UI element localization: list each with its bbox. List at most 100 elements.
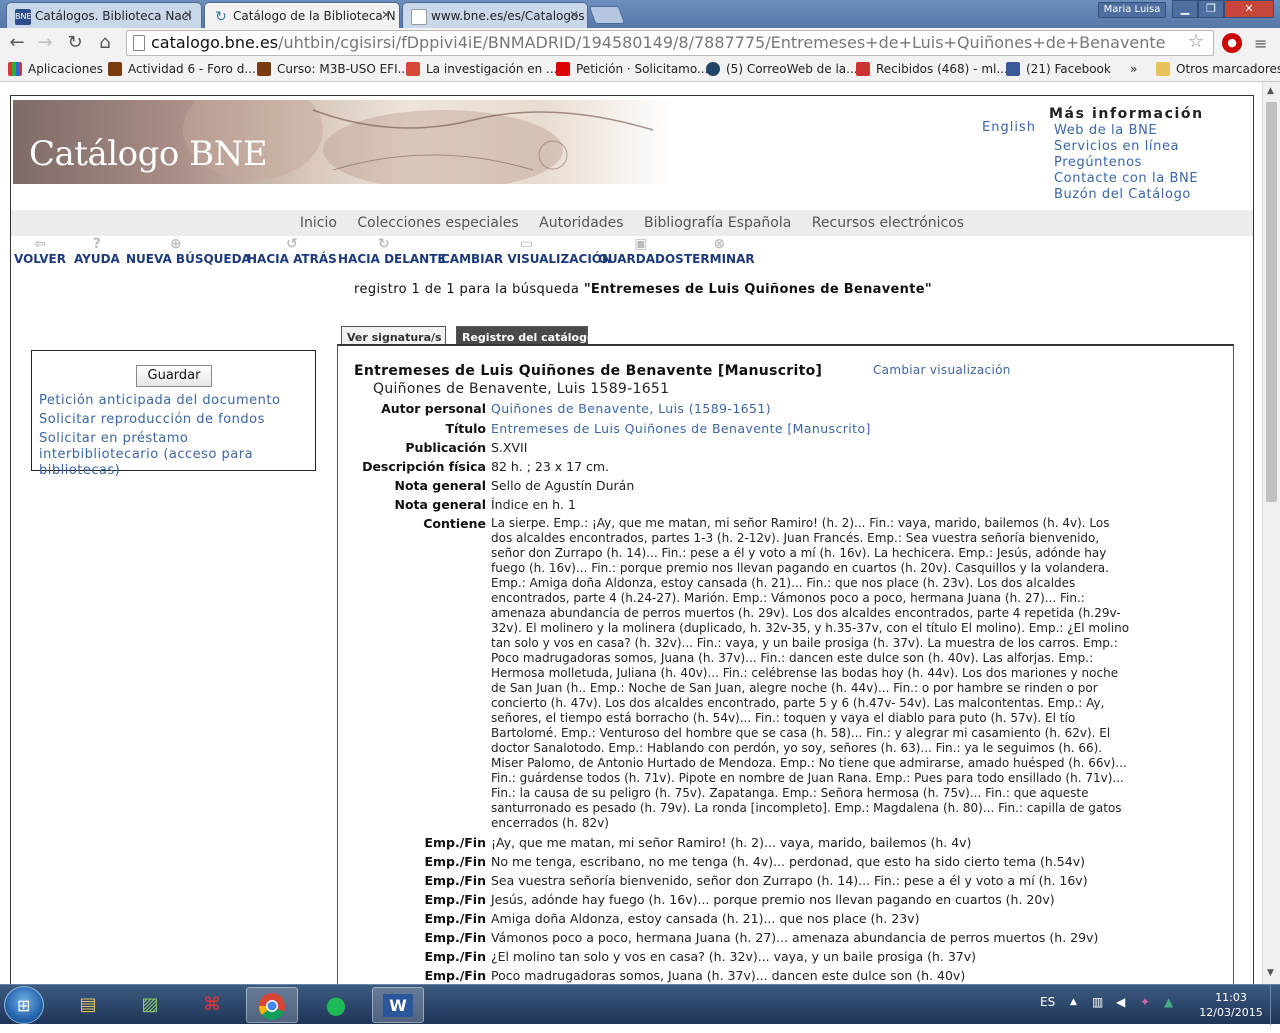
page-scrollbar[interactable]: ▲ ▼	[1262, 82, 1280, 984]
nav-bibliografia[interactable]: Bibliografía Española	[644, 215, 791, 231]
bookmark-item[interactable]: La investigación en ...	[406, 62, 557, 76]
browser-tab-1[interactable]: BNE Catálogos. Biblioteca Naci ✕	[6, 2, 202, 28]
google-plus-icon	[406, 62, 420, 76]
dropbox-icon[interactable]: ✦	[1140, 995, 1150, 1009]
nav-autoridades[interactable]: Autoridades	[539, 215, 623, 231]
nav-recursos[interactable]: Recursos electrónicos	[812, 215, 964, 231]
tool-guardados[interactable]: ▣ GUARDADOS	[598, 236, 684, 266]
banner-title[interactable]: Catálogo BNE	[29, 134, 268, 174]
browser-tab-2[interactable]: ↻ Catálogo de la Biblioteca N ✕	[204, 2, 400, 28]
tool-cambiar-visualizacion[interactable]: ▭ CAMBIAR VISUALIZACIÓN	[441, 236, 612, 266]
scrollbar-thumb[interactable]	[1266, 102, 1277, 502]
undo-arrow-icon: ↺	[286, 236, 298, 252]
bookmark-item[interactable]: Recibidos (468) - ml...	[856, 62, 1008, 76]
page-icon	[133, 35, 145, 51]
field-value: Poco madrugadoras somos, Juana (h. 37v).…	[491, 968, 966, 983]
catalog-banner: Catálogo BNE	[13, 100, 673, 184]
chrome-icon[interactable]	[246, 987, 298, 1023]
field-value-link[interactable]: Entremeses de Luis Quiñones de Benavente…	[491, 421, 1136, 436]
tool-hacia-delante[interactable]: ↻ HACIA DELANTE	[338, 236, 446, 266]
reload-icon[interactable]: ↻	[64, 32, 86, 54]
extension-icon[interactable]: ●	[1222, 33, 1242, 53]
field-label: Publicación	[405, 440, 486, 455]
link-web-bne[interactable]: Web de la BNE	[1054, 123, 1198, 139]
back-arrow-icon[interactable]: ←	[6, 32, 28, 54]
back-arrow-icon: ⇦	[34, 236, 46, 252]
bookmark-star-icon[interactable]: ☆	[1188, 31, 1204, 52]
field-label: Emp./Fin	[424, 930, 486, 945]
disk-icon: ▣	[634, 236, 648, 252]
link-buzon[interactable]: Buzón del Catálogo	[1054, 187, 1198, 203]
menu-icon[interactable]: ≡	[1254, 34, 1267, 53]
tab-title: Catálogo de la Biblioteca N	[233, 9, 396, 23]
close-tab-icon[interactable]: ✕	[381, 8, 391, 22]
system-clock[interactable]: 11:03 12/03/2015	[1196, 990, 1266, 1020]
nav-inicio[interactable]: Inicio	[300, 215, 337, 231]
bookmark-item[interactable]: Petición · Solicitamo...	[556, 62, 708, 76]
tab-registro-catalogo[interactable]: Registro del catálogo	[456, 326, 595, 346]
english-link[interactable]: English	[982, 120, 1036, 135]
link-reproduccion[interactable]: Solicitar reproducción de fondos	[39, 412, 265, 428]
user-profile-button[interactable]: Maria Luisa	[1098, 2, 1166, 18]
cambiar-visualizacion-link[interactable]: Cambiar visualización	[873, 363, 1011, 377]
windows-logo-icon: ⊞	[17, 996, 31, 1015]
start-button[interactable]: ⊞	[4, 986, 44, 1024]
close-window-button[interactable]: ✕	[1224, 0, 1274, 18]
drive-icon[interactable]: ▲	[1164, 995, 1173, 1009]
bookmark-apps[interactable]: Aplicaciones	[8, 62, 103, 76]
volume-icon[interactable]: ◀	[1116, 995, 1125, 1009]
url-path: /uhtbin/cgisirsi/fDppivi4iE/BNMADRID/194…	[278, 33, 1166, 52]
address-bar[interactable]: catalogo.bne.es/uhtbin/cgisirsi/fDppivi4…	[126, 30, 1214, 56]
show-desktop-button[interactable]	[1270, 985, 1280, 1025]
close-tab-icon[interactable]: ✕	[569, 8, 579, 22]
scroll-up-icon[interactable]: ▲	[1267, 86, 1274, 96]
network-icon[interactable]: ▥	[1092, 995, 1103, 1009]
bookmark-folder[interactable]: Otros marcadores	[1156, 62, 1280, 76]
field-value: Índice en h. 1	[491, 497, 576, 512]
spotify-icon[interactable]: ●	[310, 987, 362, 1023]
maximize-button[interactable]: ❐	[1198, 0, 1224, 18]
new-tab-button[interactable]	[588, 6, 626, 24]
field-label: Autor personal	[381, 401, 486, 416]
catalog-record: Entremeses de Luis Quiñones de Benavente…	[337, 344, 1234, 984]
explorer-icon[interactable]: ▤	[62, 987, 114, 1023]
facebook-icon	[1006, 62, 1020, 76]
acrobat-icon[interactable]: ⌘	[186, 987, 238, 1023]
link-peticion-anticipada[interactable]: Petición anticipada del documento	[39, 393, 280, 409]
tab-ver-signatura[interactable]: Ver signatura/s	[341, 326, 446, 346]
link-contacte[interactable]: Contacte con la BNE	[1054, 171, 1198, 187]
field-value: Amiga doña Aldonza, estoy cansada (h. 21…	[491, 911, 920, 926]
home-icon[interactable]: ⌂	[94, 32, 116, 54]
tool-volver[interactable]: ⇦ VOLVER	[14, 236, 66, 266]
close-tab-icon[interactable]: ✕	[183, 8, 193, 22]
scroll-down-icon[interactable]: ▼	[1267, 968, 1274, 978]
field-label: Contiene	[423, 516, 486, 531]
bookmark-item[interactable]: Curso: M3B-USO EFI...	[257, 62, 409, 76]
field-value: S.XVII	[491, 440, 528, 455]
field-value-link[interactable]: Quiñones de Benavente, Luis (1589-1651)	[491, 401, 1136, 416]
tool-hacia-atras[interactable]: ↺ HACIA ATRÁS	[247, 236, 337, 266]
tool-ayuda[interactable]: ? AYUDA	[74, 236, 120, 266]
tray-expand-icon[interactable]: ▲	[1070, 997, 1077, 1007]
field-value: La sierpe. Emp.: ¡Ay, que me matan, mi s…	[491, 516, 1130, 830]
bookmark-item[interactable]: Actividad 6 - Foro d...	[108, 62, 256, 76]
language-indicator[interactable]: ES	[1040, 995, 1055, 1009]
browser-tab-3[interactable]: www.bne.es/es/Catalogos ✕	[402, 2, 588, 28]
field-label: Emp./Fin	[424, 873, 486, 888]
link-preguntenos[interactable]: Pregúntenos	[1054, 155, 1198, 171]
clock-date: 12/03/2015	[1199, 1006, 1263, 1019]
word-icon[interactable]: W	[372, 987, 424, 1023]
tool-nueva-busqueda[interactable]: ⊕ NUEVA BÚSQUEDA	[126, 236, 251, 266]
bookmark-item[interactable]: (21) Facebook	[1006, 62, 1111, 76]
forward-arrow-icon[interactable]: →	[34, 32, 56, 54]
nav-colecciones[interactable]: Colecciones especiales	[357, 215, 518, 231]
bookmarks-overflow[interactable]: »	[1112, 62, 1137, 76]
image-viewer-icon[interactable]: ▨	[124, 987, 176, 1023]
link-prestamo[interactable]: Solicitar en préstamo interbibliotecario…	[39, 431, 309, 479]
minimize-button[interactable]: ▁	[1172, 0, 1198, 18]
bookmark-item[interactable]: (5) CorreoWeb de la...	[706, 62, 858, 76]
guardar-button[interactable]: Guardar	[136, 365, 212, 387]
link-servicios[interactable]: Servicios en línea	[1054, 139, 1198, 155]
tool-terminar[interactable]: ⊗ TERMINAR	[684, 236, 755, 266]
browser-tab-strip: BNE Catálogos. Biblioteca Naci ✕ ↻ Catál…	[0, 0, 1280, 28]
